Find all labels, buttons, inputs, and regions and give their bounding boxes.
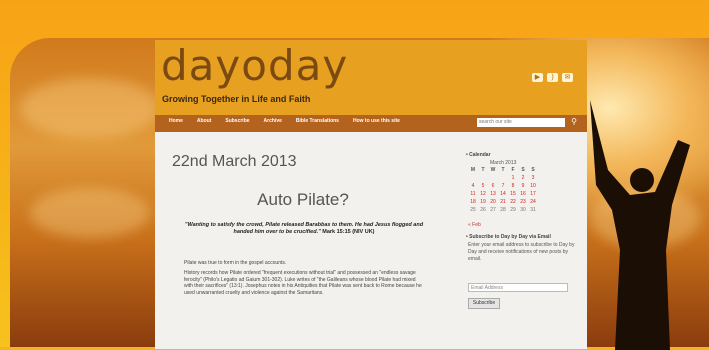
calendar-weekdays: MTWTFSS bbox=[468, 167, 548, 175]
calendar-month: March 2013 bbox=[490, 160, 517, 166]
youtube-icon[interactable]: ▶ bbox=[532, 73, 543, 82]
calendar-day[interactable]: 22 bbox=[508, 199, 518, 207]
calendar-day[interactable]: 18 bbox=[468, 199, 478, 207]
subscribe-title: • Subscribe to Day by Day via Email bbox=[466, 234, 551, 240]
calendar-day[interactable]: 19 bbox=[478, 199, 488, 207]
website-screenshot: dayoday Growing Together in Life and Fai… bbox=[155, 40, 587, 349]
social-icons: ▶ ) ✉ bbox=[532, 73, 573, 82]
main-nav: Home About Subscribe Archive Bible Trans… bbox=[155, 115, 587, 132]
calendar-prev-link[interactable]: « Feb bbox=[468, 222, 481, 228]
nav-bible-translations[interactable]: Bible Translations bbox=[296, 118, 339, 124]
rss-icon[interactable]: ) bbox=[547, 73, 558, 82]
site-logo[interactable]: dayoday bbox=[161, 42, 348, 90]
calendar-weekday: T bbox=[501, 167, 505, 173]
post-quote: "Wanting to satisfy the crowd, Pilate re… bbox=[184, 222, 424, 236]
calendar-title: • Calendar bbox=[466, 152, 491, 158]
calendar-day bbox=[488, 175, 498, 183]
sidebar: • Calendar March 2013 M T W T F S S 1 2 3 4 5 6 7 8 9 10… bbox=[460, 132, 580, 349]
calendar-day[interactable]: 7 bbox=[498, 183, 508, 191]
email-icon[interactable]: ✉ bbox=[562, 73, 573, 82]
calendar-day: 26 bbox=[480, 207, 486, 213]
quote-text: "Wanting to satisfy the crowd, Pilate re… bbox=[184, 222, 424, 235]
nav-archive[interactable]: Archive bbox=[264, 118, 282, 124]
content-area: 22nd March 2013 Auto Pilate? "Wanting to… bbox=[155, 132, 587, 349]
calendar-weekday: T bbox=[481, 167, 485, 173]
calendar-day[interactable]: 1 bbox=[508, 175, 518, 183]
calendar-day[interactable]: 4 bbox=[468, 183, 478, 191]
subscribe-button[interactable]: Subscribe bbox=[468, 298, 500, 309]
calendar-week: 11 12 13 14 15 16 17 bbox=[468, 191, 548, 199]
email-field[interactable]: Email Address bbox=[468, 283, 568, 292]
calendar-day[interactable]: 2 bbox=[518, 175, 528, 183]
calendar-day[interactable]: 15 bbox=[508, 191, 518, 199]
nav-subscribe[interactable]: Subscribe bbox=[225, 118, 249, 124]
calendar-weekday: M bbox=[470, 167, 476, 173]
quote-reference[interactable]: Mark 15:15 (NIV UK) bbox=[322, 229, 374, 235]
calendar-weekday: S bbox=[521, 167, 525, 173]
calendar-day[interactable]: 3 bbox=[528, 175, 538, 183]
calendar-week: 25 26 27 28 29 30 31 bbox=[468, 207, 548, 215]
calendar-day bbox=[498, 175, 508, 183]
calendar-week: 18 19 20 21 22 23 24 bbox=[468, 199, 548, 207]
calendar-day: 27 bbox=[490, 207, 496, 213]
calendar-day[interactable]: 5 bbox=[478, 183, 488, 191]
calendar-day[interactable]: 9 bbox=[518, 183, 528, 191]
search-icon[interactable]: ⚲ bbox=[571, 117, 577, 126]
calendar-weekday: W bbox=[490, 167, 496, 173]
calendar-day[interactable]: 13 bbox=[488, 191, 498, 199]
calendar-day[interactable]: 17 bbox=[528, 191, 538, 199]
post-main: 22nd March 2013 Auto Pilate? "Wanting to… bbox=[172, 132, 434, 349]
nav-home[interactable]: Home bbox=[169, 118, 183, 124]
calendar-week: 4 5 6 7 8 9 10 bbox=[468, 183, 548, 191]
calendar-day[interactable]: 23 bbox=[518, 199, 528, 207]
calendar-day bbox=[468, 175, 478, 183]
calendar-day[interactable]: 8 bbox=[508, 183, 518, 191]
post-title[interactable]: Auto Pilate? bbox=[172, 190, 434, 210]
post-paragraph-1: Pilate was true to form in the gospel ac… bbox=[184, 260, 287, 266]
calendar-week: 123 bbox=[468, 175, 548, 183]
calendar-day[interactable]: 14 bbox=[498, 191, 508, 199]
calendar-day[interactable]: 10 bbox=[528, 183, 538, 191]
calendar-grid: M T W T F S S 1 2 3 4 5 6 7 8 9 10 11 12 13 14 15 16 17 18 19 20 21… bbox=[468, 167, 548, 215]
calendar-weekday: F bbox=[511, 167, 515, 173]
calendar-day: 29 bbox=[510, 207, 516, 213]
post-paragraph-2: History records how Pilate ordered "freq… bbox=[184, 270, 422, 296]
subscribe-text: Enter your email address to subscribe to… bbox=[468, 242, 575, 262]
nav-how-to-use[interactable]: How to use this site bbox=[353, 118, 400, 124]
calendar-day[interactable]: 20 bbox=[488, 199, 498, 207]
calendar-day[interactable]: 16 bbox=[518, 191, 528, 199]
calendar-day: 30 bbox=[520, 207, 526, 213]
site-header: dayoday Growing Together in Life and Fai… bbox=[155, 40, 587, 115]
calendar-day: 31 bbox=[530, 207, 536, 213]
calendar-weekday: S bbox=[531, 167, 535, 173]
site-tagline: Growing Together in Life and Faith bbox=[162, 94, 311, 104]
post-date: 22nd March 2013 bbox=[172, 153, 297, 170]
calendar-day: 25 bbox=[470, 207, 476, 213]
calendar-day: 28 bbox=[500, 207, 506, 213]
calendar-day[interactable]: 6 bbox=[488, 183, 498, 191]
calendar-day[interactable]: 24 bbox=[528, 199, 538, 207]
calendar-day bbox=[478, 175, 488, 183]
calendar-day[interactable]: 21 bbox=[498, 199, 508, 207]
calendar-day[interactable]: 11 bbox=[468, 191, 478, 199]
nav-about[interactable]: About bbox=[197, 118, 211, 124]
search-input[interactable]: search our site bbox=[477, 118, 565, 127]
calendar-day[interactable]: 12 bbox=[478, 191, 488, 199]
